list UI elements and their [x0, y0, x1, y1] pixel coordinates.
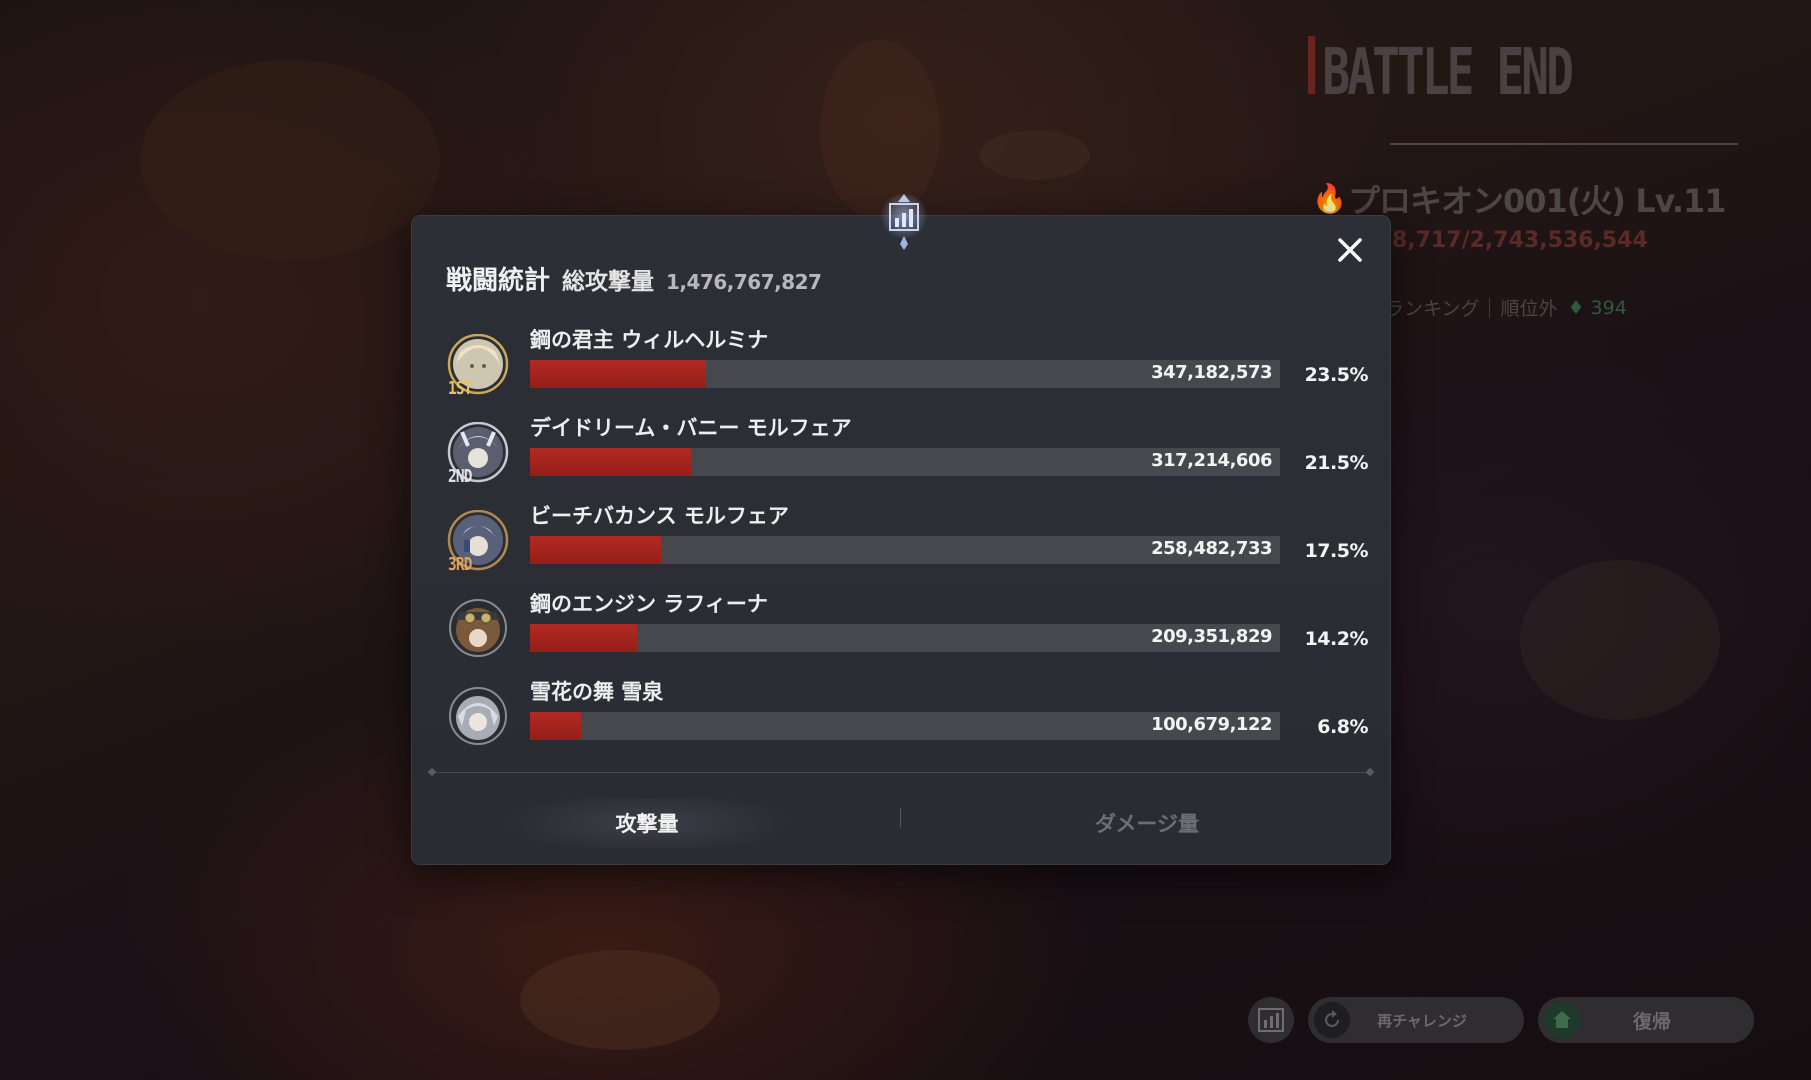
character-avatar	[449, 599, 507, 657]
character-row: 雪花の舞 雪泉 100,679,122 6.8%	[446, 676, 1386, 760]
ranking-status: 順位外	[1500, 298, 1558, 320]
background-foliage	[140, 60, 440, 260]
background-table	[980, 130, 1090, 180]
tab-separator	[900, 808, 901, 828]
ranking-info: ランキング 順位外 ♦ 394	[1385, 294, 1627, 321]
attack-bar: 347,182,573	[530, 360, 1280, 388]
attack-value: 317,214,606	[1151, 450, 1272, 471]
total-attack-label: 総攻撃量	[562, 269, 655, 295]
boss-hp: 8,717/2,743,536,544	[1392, 228, 1648, 253]
close-icon[interactable]	[1330, 230, 1370, 270]
background-rug	[520, 950, 720, 1050]
attack-percent: 6.8%	[1317, 716, 1368, 738]
rank-label: 2ND	[448, 466, 472, 487]
attack-value: 347,182,573	[1151, 362, 1272, 383]
attack-bar-fill	[530, 712, 581, 740]
attack-percent: 23.5%	[1304, 364, 1369, 386]
stats-chart-icon	[1258, 1008, 1284, 1032]
return-label: 復帰	[1632, 1010, 1671, 1033]
ranking-label: ランキング	[1385, 298, 1480, 320]
attack-bar: 209,351,829	[530, 624, 1280, 652]
stats-title: 戦闘統計	[446, 266, 551, 296]
attack-bar-fill	[530, 448, 692, 476]
rank-label: 3RD	[448, 554, 472, 575]
character-row: 鋼のエンジン ラフィーナ 209,351,829 14.2%	[446, 588, 1386, 672]
attack-bar-fill	[530, 536, 662, 564]
retry-icon	[1314, 1002, 1350, 1038]
character-name: ビーチバカンス モルフェア	[530, 504, 789, 528]
home-icon	[1544, 1002, 1580, 1038]
character-avatar	[449, 687, 507, 745]
tab-divider	[432, 772, 1370, 773]
tab-damage[interactable]: ダメージ量	[912, 798, 1382, 848]
attack-value: 100,679,122	[1151, 714, 1272, 735]
attack-bar-fill	[530, 624, 637, 652]
character-row: 3RD ビーチバカンス モルフェア 258,482,733 17.5%	[446, 500, 1386, 584]
stats-button[interactable]	[1248, 997, 1294, 1043]
attack-percent: 14.2%	[1304, 628, 1369, 650]
return-button[interactable]: 復帰	[1538, 997, 1754, 1043]
rank-label: 1ST	[448, 378, 472, 399]
retry-button[interactable]: 再チャレンジ	[1308, 997, 1524, 1043]
boss-name: プロキオン001(火) Lv.11	[1348, 182, 1727, 220]
retry-label: 再チャレンジ	[1377, 1011, 1467, 1030]
character-row: 1ST 鋼の君主 ウィルヘルミナ 347,182,573 23.5%	[446, 324, 1386, 408]
modal-title: 戦闘統計 総攻撃量 1,476,767,827	[446, 260, 822, 297]
total-attack-value: 1,476,767,827	[666, 270, 822, 294]
attack-bar: 317,214,606	[530, 448, 1280, 476]
background-plant	[1520, 560, 1720, 720]
character-name: デイドリーム・バニー モルフェア	[530, 416, 852, 440]
attack-value: 258,482,733	[1151, 538, 1272, 559]
battle-stats-modal: 戦闘統計 総攻撃量 1,476,767,827 1ST 鋼の君主 ウィルヘルミナ…	[412, 194, 1390, 864]
fire-element-icon: 🔥	[1312, 182, 1347, 215]
stats-chart-icon	[880, 194, 928, 250]
attack-bar: 100,679,122	[530, 712, 1280, 740]
character-name: 雪花の舞 雪泉	[530, 680, 664, 704]
ranking-change: ♦ 394	[1567, 296, 1627, 319]
attack-bar-fill	[530, 360, 707, 388]
header-divider	[1390, 143, 1738, 145]
character-row: 2ND デイドリーム・バニー モルフェア 317,214,606 21.5%	[446, 412, 1386, 496]
attack-percent: 17.5%	[1304, 540, 1369, 562]
tab-attack[interactable]: 攻撃量	[412, 798, 882, 848]
attack-percent: 21.5%	[1304, 452, 1369, 474]
attack-bar: 258,482,733	[530, 536, 1280, 564]
character-name: 鋼の君主 ウィルヘルミナ	[530, 328, 769, 352]
battle-end-title: BATTLE END	[1308, 36, 1574, 110]
ranking-separator	[1489, 297, 1491, 318]
character-name: 鋼のエンジン ラフィーナ	[530, 592, 768, 616]
attack-value: 209,351,829	[1151, 626, 1272, 647]
